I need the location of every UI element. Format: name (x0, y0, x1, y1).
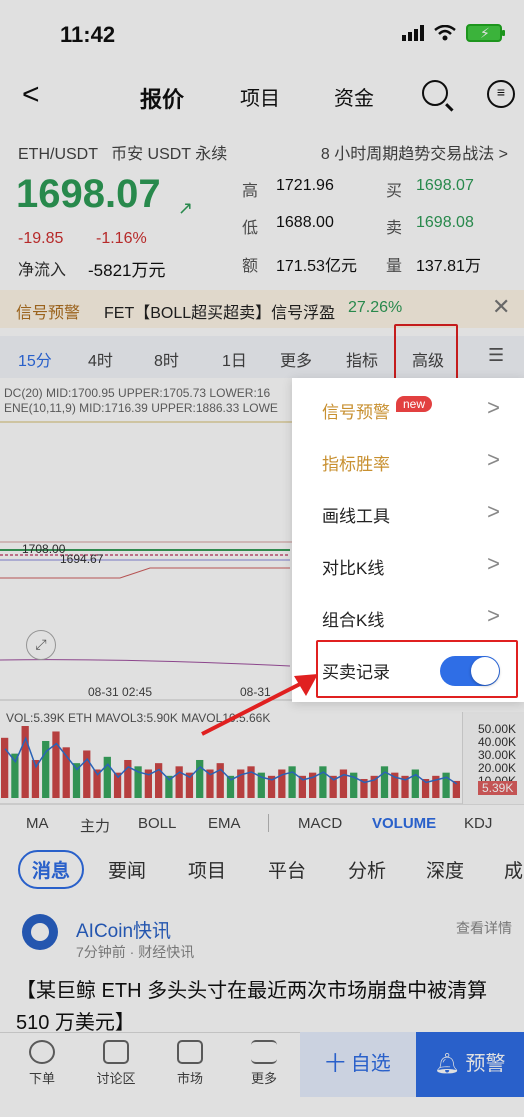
red-arrow-annotation (201, 674, 318, 736)
highlight-trade-records (316, 640, 518, 698)
chevron-right-icon: > (487, 499, 500, 524)
menu-compare-kline[interactable]: 对比K线 > (292, 540, 524, 592)
menu-combo-kline-label: 组合K线 (322, 611, 385, 630)
chevron-right-icon: > (487, 395, 500, 420)
menu-indicator-winrate-label: 指标胜率 (322, 455, 390, 474)
menu-combo-kline[interactable]: 组合K线 > (292, 592, 524, 644)
chevron-right-icon: > (487, 447, 500, 472)
menu-compare-kline-label: 对比K线 (322, 559, 385, 578)
menu-drawing-tools-label: 画线工具 (322, 507, 390, 526)
new-badge: new (396, 396, 433, 412)
menu-signal-alert-label: 信号预警 (322, 403, 390, 422)
chevron-right-icon: > (487, 551, 500, 576)
menu-signal-alert[interactable]: 信号预警 new > (292, 384, 524, 436)
menu-drawing-tools[interactable]: 画线工具 > (292, 488, 524, 540)
chevron-right-icon: > (487, 603, 500, 628)
menu-indicator-winrate[interactable]: 指标胜率 > (292, 436, 524, 488)
